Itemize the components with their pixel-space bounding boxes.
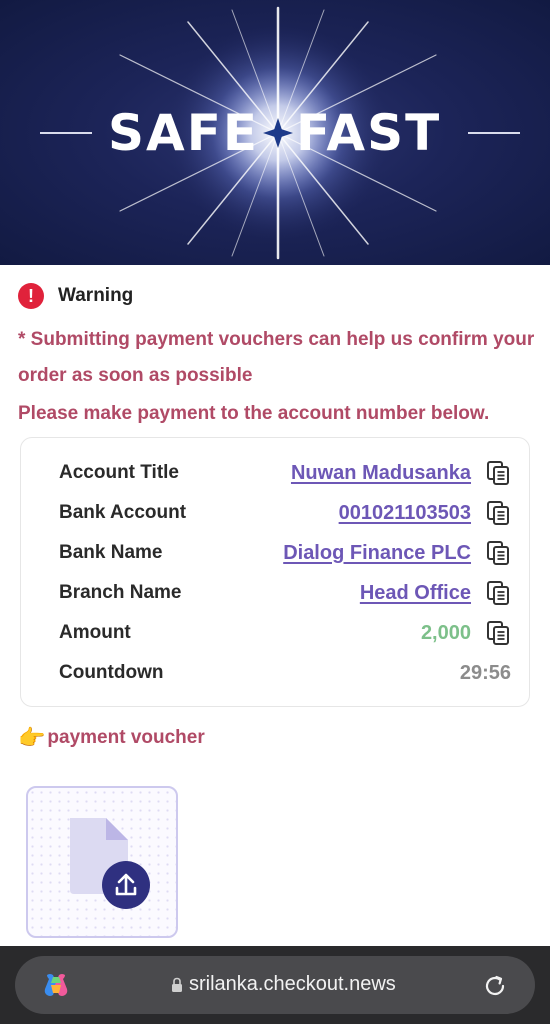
lock-icon: [172, 977, 182, 992]
bank-name-row: Bank Name Dialog Finance PLC: [59, 538, 511, 568]
copilot-icon[interactable]: [41, 971, 71, 999]
pointing-hand-icon: 👉: [18, 725, 46, 750]
countdown-value: 29:56: [459, 661, 511, 684]
payment-voucher-heading: 👉 payment voucher: [18, 725, 205, 751]
copy-icon[interactable]: [485, 460, 511, 486]
amount-label: Amount: [59, 622, 131, 643]
copy-icon[interactable]: [485, 620, 511, 646]
banner-word-fast: FAST: [296, 104, 442, 162]
safe-fast-banner: SAFE FAST: [0, 0, 550, 265]
reload-icon[interactable]: [481, 972, 509, 1000]
payment-voucher-label: payment voucher: [47, 727, 205, 748]
branch-name-row: Branch Name Head Office: [59, 578, 511, 608]
countdown-row: Countdown 29:56: [59, 658, 511, 688]
banner-right-line: [468, 132, 520, 134]
bank-account-row: Bank Account 001021103503: [59, 498, 511, 528]
warning-label: Warning: [58, 285, 134, 306]
banner-word-safe: SAFE: [108, 104, 260, 162]
branch-name-value[interactable]: Head Office: [360, 582, 471, 605]
amount-value: 2,000: [420, 621, 471, 644]
account-title-label: Account Title: [59, 462, 179, 483]
exclamation-icon: !: [18, 283, 44, 309]
account-title-row: Account Title Nuwan Madusanka: [59, 458, 511, 488]
copy-icon[interactable]: [485, 580, 511, 606]
bank-account-value[interactable]: 001021103503: [339, 502, 471, 525]
bank-account-label: Bank Account: [59, 502, 187, 523]
countdown-label: Countdown: [59, 662, 164, 683]
upload-file-icon: [70, 818, 150, 909]
bank-name-value[interactable]: Dialog Finance PLC: [283, 542, 471, 565]
warning-message: * Submitting payment vouchers can help u…: [18, 329, 535, 386]
warning-header: ! Warning: [18, 283, 133, 309]
copy-icon[interactable]: [485, 500, 511, 526]
bank-name-label: Bank Name: [59, 542, 163, 563]
branch-name-label: Branch Name: [59, 582, 182, 603]
url-text: srilanka.checkout.news: [189, 973, 396, 995]
payment-instruction: Please make payment to the account numbe…: [18, 403, 490, 424]
amount-row: Amount 2,000: [59, 618, 511, 648]
address-bar[interactable]: srilanka.checkout.news: [15, 956, 535, 1014]
copy-icon[interactable]: [485, 540, 511, 566]
bank-details-card: Account Title Nuwan Madusanka Bank Accou…: [20, 437, 530, 707]
voucher-upload-box[interactable]: [26, 786, 178, 938]
banner-left-line: [40, 132, 92, 134]
account-title-value[interactable]: Nuwan Madusanka: [291, 462, 471, 485]
browser-bottom-bar: srilanka.checkout.news: [0, 946, 550, 1024]
